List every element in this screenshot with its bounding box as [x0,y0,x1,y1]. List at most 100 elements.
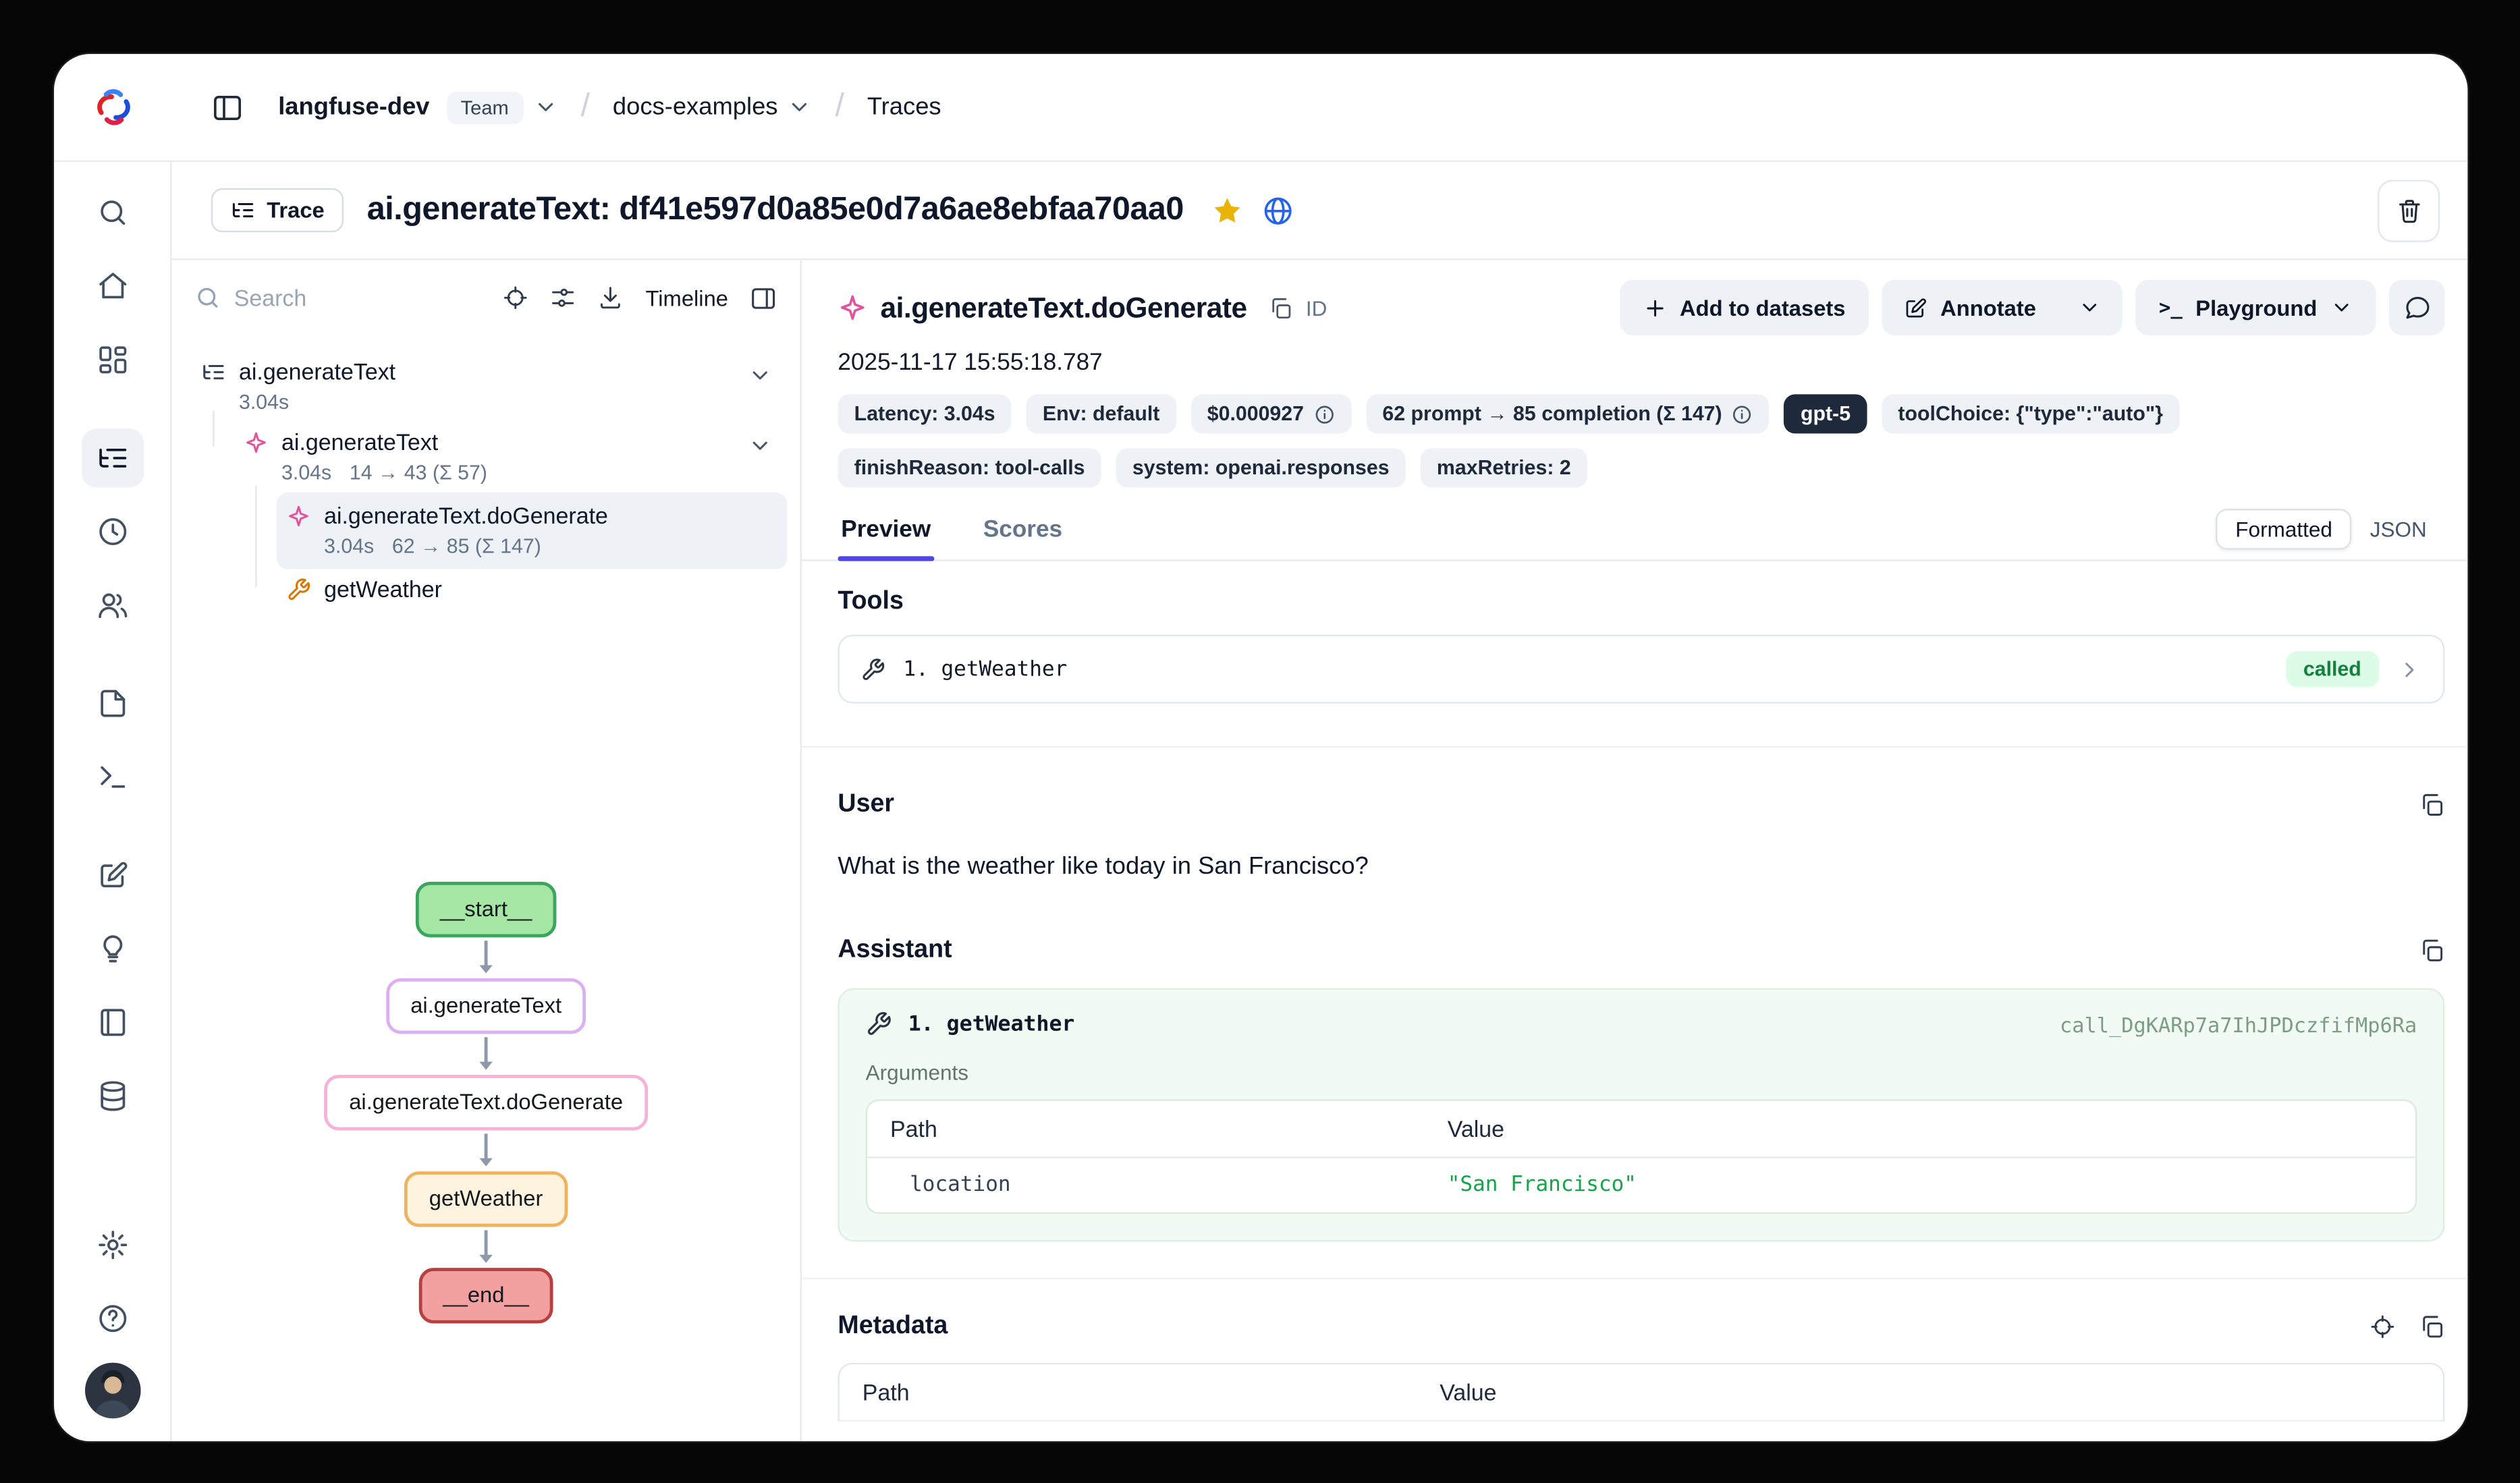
sidebar-toggle-icon[interactable] [211,91,244,123]
playground-button[interactable]: >_ Playground [2136,280,2376,335]
add-to-datasets-button[interactable]: Add to datasets [1619,280,1868,335]
env-badge: Env: default [1026,394,1176,433]
public-globe-icon[interactable] [1262,194,1294,226]
model-badge[interactable]: gpt-5 [1784,394,1867,433]
observation-timestamp: 2025-11-17 15:55:18.787 [802,335,2467,376]
datasets-database-icon[interactable] [81,1067,143,1125]
arguments-label: Arguments [866,1060,2417,1084]
insights-lightbulb-icon[interactable] [81,920,143,978]
tree-row-dogenerate[interactable]: ai.generateText.doGenerate 3.04s 62 → 85… [277,493,787,569]
maxretries-badge: maxRetries: 2 [1421,448,1587,487]
copy-assistant-icon[interactable] [2419,937,2445,963]
annotation-pencil-icon[interactable] [81,846,143,905]
tab-scores[interactable]: Scores [980,504,1066,559]
graph-node-getweather[interactable]: getWeather [404,1171,567,1227]
metadata-table: Path Value [838,1363,2444,1422]
trace-header-bar: Trace ai.generateText: df41e597d0a85e0d7… [172,162,2468,260]
prompts-file-icon[interactable] [81,674,143,733]
detail-header: ai.generateText.doGenerate ID Add to dat… [802,260,2467,336]
graph-node-end[interactable]: __end__ [418,1268,553,1323]
observation-duration: 3.04s [281,459,331,487]
filter-sliders-icon[interactable] [551,285,577,311]
breadcrumb-section[interactable]: Traces [867,93,941,121]
copy-metadata-icon[interactable] [2419,1314,2445,1340]
tab-preview[interactable]: Preview [838,504,934,559]
graph-node-generatetext[interactable]: ai.generateText [386,978,586,1034]
tree-row-getweather[interactable]: getWeather [277,569,787,611]
arguments-table-row: location "San Francisco" [867,1158,2415,1212]
project-chevron-down-icon[interactable] [788,95,812,119]
comment-bubble-icon[interactable] [2389,280,2444,335]
chevron-down-icon[interactable] [748,434,772,458]
tokens-badge: 62 prompt → 85 completion (Σ 147) [1366,394,1770,433]
value-header: Value [1425,1101,2415,1156]
search-icon[interactable] [81,184,143,242]
copy-user-icon[interactable] [2419,792,2445,818]
observation-label: ai.generateText [239,357,395,388]
collapse-panel-icon[interactable] [750,284,777,312]
observation-detail: ai.generateText.doGenerate ID Add to dat… [802,260,2467,1442]
traces-icon[interactable] [81,428,143,487]
org-chevron-down-icon[interactable] [533,95,557,119]
tool-call-id: call_DgKARp7a7IhJPDczfifMp6Ra [2060,1012,2417,1036]
graph-edge [485,1230,487,1256]
observation-label: ai.generateText [281,427,487,458]
trace-chip-label: Trace [267,198,325,222]
section-divider [802,1278,2467,1279]
tool-definition-row[interactable]: 1. getWeather called [838,635,2444,704]
chevron-down-icon[interactable] [748,363,772,387]
chevron-right-icon[interactable] [2397,657,2421,681]
format-toggle: Formatted JSON [2216,509,2444,550]
settings-gear-icon[interactable] [81,1216,143,1275]
tree-search [195,285,482,311]
observation-duration: 3.04s [239,389,289,417]
observation-badges: Latency: 3.04s Env: default $0.000927 62… [802,376,2467,488]
bookmark-star-icon[interactable] [1211,194,1244,226]
expand-metadata-icon[interactable] [2370,1314,2396,1340]
value-header: Value [1417,1364,2443,1420]
info-icon [1732,403,1753,425]
timeline-toggle[interactable]: Timeline [645,285,728,310]
playground-terminal-icon[interactable] [81,748,143,806]
support-help-icon[interactable] [81,1289,143,1348]
annotate-dropdown-chevron-icon[interactable] [2057,280,2122,335]
copy-id-icon[interactable] [1268,296,1292,320]
format-json-button[interactable]: JSON [2352,510,2444,548]
tree-row-trace[interactable]: ai.generateText 3.04s [192,352,788,422]
wrench-icon [860,657,885,681]
section-divider [802,746,2467,748]
delete-trace-button[interactable] [2378,179,2440,242]
download-icon[interactable] [598,285,624,311]
evaluation-book-icon[interactable] [81,993,143,1052]
dashboards-icon[interactable] [81,331,143,389]
home-icon[interactable] [81,257,143,316]
graph-node-dogenerate[interactable]: ai.generateText.doGenerate [325,1075,648,1130]
tree-toolbar: Timeline [172,260,800,336]
users-icon[interactable] [81,576,143,634]
tool-call-name: 1. getWeather [908,1012,1075,1036]
finishreason-badge: finishReason: tool-calls [838,448,1101,487]
annotate-button[interactable]: Annotate [1882,280,2058,335]
path-header: Path [840,1364,1417,1420]
breadcrumb-project[interactable]: docs-examples [613,93,778,121]
expand-tree-icon[interactable] [503,285,530,311]
sessions-clock-icon[interactable] [81,502,143,561]
org-type-badge: Team [446,91,524,123]
trace-graph: __start__ ai.generateText ai.generateTex… [172,882,800,1324]
detail-tabs: Preview Scores Formatted JSON [802,504,2467,561]
add-to-datasets-label: Add to datasets [1680,296,1846,320]
metadata-table-header: Path Value [840,1364,2443,1422]
top-bar: langfuse-dev Team / docs-examples / Trac… [54,54,2467,162]
graph-node-start[interactable]: __start__ [415,882,556,937]
format-formatted-button[interactable]: Formatted [2216,509,2352,550]
breadcrumb-org[interactable]: langfuse-dev [278,93,429,121]
breadcrumb-separator: / [580,88,589,126]
trace-type-chip: Trace [211,188,344,232]
arguments-table: Path Value location "San Francisco" [866,1099,2417,1214]
user-avatar[interactable] [84,1363,140,1418]
icon-rail [54,162,172,1441]
generation-sparkle-icon [838,293,867,323]
search-input[interactable] [234,285,368,311]
app-window: langfuse-dev Team / docs-examples / Trac… [54,54,2467,1441]
tree-row-generation[interactable]: ai.generateText 3.04s 14 → 43 (Σ 57) [234,422,788,493]
